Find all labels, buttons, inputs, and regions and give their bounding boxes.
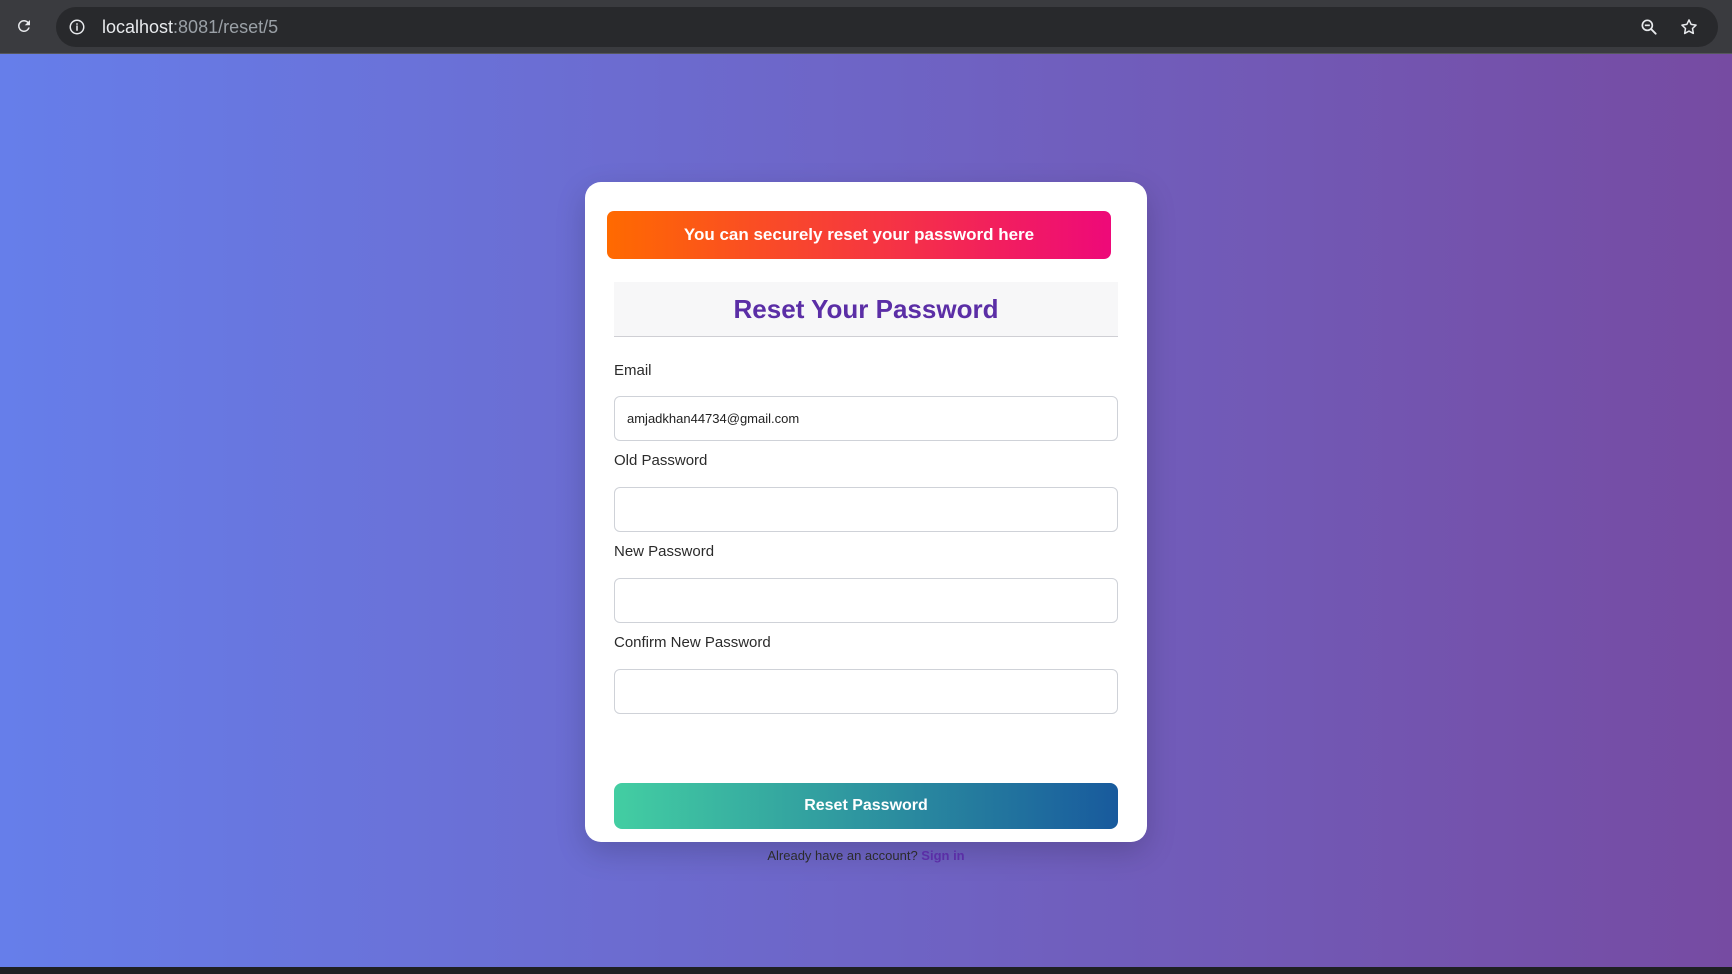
page-background: You can securely reset your password her… xyxy=(0,54,1732,967)
star-icon[interactable] xyxy=(1676,14,1702,40)
bottom-edge xyxy=(0,967,1732,974)
old-password-field[interactable] xyxy=(614,487,1118,532)
signin-link[interactable]: Sign in xyxy=(921,848,964,863)
url-host: localhost xyxy=(102,17,174,37)
footer-text: Already have an account? xyxy=(767,848,918,863)
reset-card: You can securely reset your password her… xyxy=(585,182,1147,863)
zoom-icon[interactable] xyxy=(1636,14,1662,40)
address-bar[interactable]: localhost:8081/reset/5 xyxy=(56,7,1718,47)
url-path: :8081/reset/5 xyxy=(173,17,279,37)
email-label: Email xyxy=(614,362,652,379)
reload-icon[interactable] xyxy=(12,14,36,38)
title-container: Reset Your Password xyxy=(614,282,1118,337)
info-banner: You can securely reset your password her… xyxy=(607,211,1111,259)
confirm-password-label: Confirm New Password xyxy=(614,634,771,651)
info-icon[interactable] xyxy=(64,14,90,40)
confirm-password-field[interactable] xyxy=(614,669,1118,714)
signin-prompt: Already have an account? Sign in xyxy=(614,848,1118,863)
old-password-label: Old Password xyxy=(614,452,708,469)
browser-toolbar: localhost:8081/reset/5 xyxy=(0,0,1732,54)
reset-password-button[interactable]: Reset Password xyxy=(614,783,1118,829)
new-password-field[interactable] xyxy=(614,578,1118,623)
email-field[interactable] xyxy=(614,396,1118,441)
page-title: Reset Your Password xyxy=(733,293,999,324)
url-text: localhost:8081/reset/5 xyxy=(102,7,278,47)
new-password-label: New Password xyxy=(614,543,715,560)
